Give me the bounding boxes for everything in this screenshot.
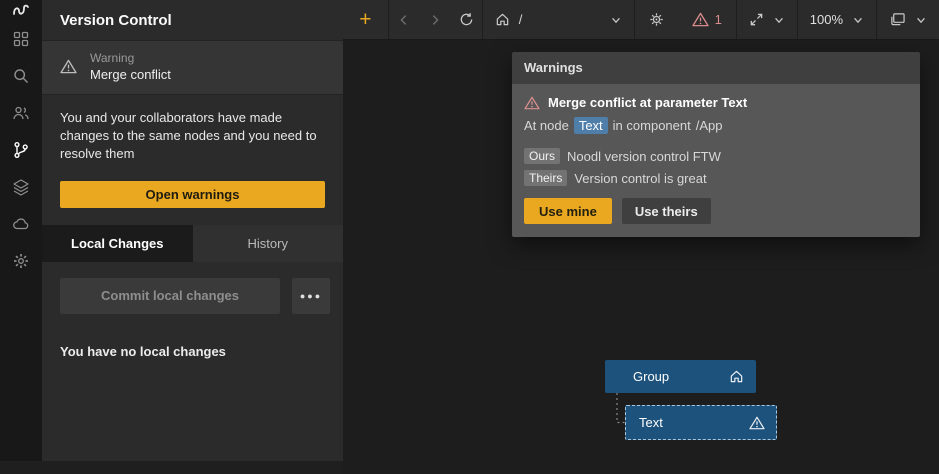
debug-button[interactable] xyxy=(635,0,678,39)
use-theirs-button[interactable]: Use theirs xyxy=(622,198,711,224)
collaborators-icon xyxy=(12,104,30,122)
group-node[interactable]: Group xyxy=(605,360,756,393)
home-icon xyxy=(495,12,510,27)
theirs-badge: Theirs xyxy=(524,170,567,186)
in-component-text: in component xyxy=(613,118,691,133)
commit-row: Commit local changes ●●● xyxy=(60,278,330,314)
conflict-title: Merge conflict at parameter Text xyxy=(548,95,747,110)
more-options-button[interactable]: ●●● xyxy=(292,278,330,314)
preview-size-selector[interactable] xyxy=(737,0,797,39)
ours-value: Noodl version control FTW xyxy=(567,149,721,164)
commit-local-changes-button[interactable]: Commit local changes xyxy=(60,278,280,314)
cloud-functions-icon xyxy=(12,215,30,233)
open-warnings-button[interactable]: Open warnings xyxy=(60,181,325,208)
search-icon xyxy=(12,67,30,85)
warning-icon xyxy=(749,416,765,430)
component-ref: /App xyxy=(696,118,723,133)
zoom-level: 100% xyxy=(810,12,843,27)
sidebar-item-settings[interactable] xyxy=(11,251,31,271)
use-mine-button[interactable]: Use mine xyxy=(524,198,612,224)
at-node-text: At node xyxy=(524,118,569,133)
nav-back-button[interactable] xyxy=(389,0,420,39)
sidebar-item-version-control[interactable] xyxy=(11,140,31,160)
conflict-actions: Use mine Use theirs xyxy=(524,198,908,224)
sidebar-item-collaborators[interactable] xyxy=(11,103,31,123)
warnings-popup-title: Warnings xyxy=(512,52,920,84)
warning-label: Warning xyxy=(90,51,171,65)
conflict-description: You and your collaborators have made cha… xyxy=(60,109,332,164)
sidebar-item-cloud-functions[interactable] xyxy=(11,214,31,234)
chevron-left-icon xyxy=(397,13,411,27)
zoom-selector[interactable]: 100% xyxy=(798,0,876,39)
node-label: Text xyxy=(639,415,749,430)
warning-texts: Warning Merge conflict xyxy=(90,51,171,82)
noodl-editor-window: Version Control Warning Merge conflict Y… xyxy=(0,0,939,474)
debug-icon xyxy=(647,10,666,29)
warning-summary[interactable]: Warning Merge conflict xyxy=(42,40,343,95)
conflict-location: At node Text in component /App xyxy=(524,117,908,134)
node-label: Group xyxy=(633,369,729,384)
cloud-services-icon xyxy=(12,178,30,196)
add-node-button[interactable]: + xyxy=(343,0,388,39)
git-branch-icon xyxy=(12,141,30,159)
activity-sidebar xyxy=(0,0,42,474)
warning-message: Merge conflict xyxy=(90,67,171,82)
warning-icon xyxy=(60,59,77,74)
components-grid-icon xyxy=(12,30,30,48)
chevron-down-icon xyxy=(773,14,785,26)
no-local-changes-message: You have no local changes xyxy=(60,344,325,359)
sidebar-item-cloud-services[interactable] xyxy=(11,177,31,197)
sidebar-item-components[interactable] xyxy=(11,29,31,49)
component-path-selector[interactable]: / xyxy=(483,0,634,39)
chevron-down-icon xyxy=(915,14,927,26)
noodl-logo-icon xyxy=(11,0,31,20)
text-node[interactable]: Text xyxy=(625,405,777,440)
panel-footer xyxy=(0,461,343,474)
panel-header: Version Control xyxy=(42,0,343,40)
panel-tabs: Local Changes History xyxy=(42,225,343,262)
chevron-right-icon xyxy=(428,13,442,27)
tab-history[interactable]: History xyxy=(193,225,344,262)
warning-icon xyxy=(524,96,540,110)
gear-icon xyxy=(12,252,30,270)
theirs-row: Theirs Version control is great xyxy=(524,170,908,186)
nav-forward-button[interactable] xyxy=(420,0,451,39)
warnings-popup: Warnings Merge conflict at parameter Tex… xyxy=(512,52,920,237)
refresh-button[interactable] xyxy=(451,0,482,39)
version-control-panel: Version Control Warning Merge conflict Y… xyxy=(42,0,343,474)
expand-icon xyxy=(749,12,764,27)
canvas-toolbar: + xyxy=(343,0,939,40)
node-ref-badge[interactable]: Text xyxy=(574,117,608,134)
panel-title: Version Control xyxy=(60,12,172,29)
chevron-down-icon xyxy=(852,14,864,26)
tab-local-changes[interactable]: Local Changes xyxy=(42,225,193,262)
component-path: / xyxy=(519,12,601,27)
warnings-popup-body: Merge conflict at parameter Text At node… xyxy=(512,84,920,237)
warning-count: 1 xyxy=(715,12,722,27)
windows-layout-selector[interactable] xyxy=(877,0,939,39)
conflict-row: Merge conflict at parameter Text xyxy=(524,95,908,110)
refresh-icon xyxy=(459,12,474,27)
ours-badge: Ours xyxy=(524,148,560,164)
home-icon xyxy=(729,369,744,384)
noodl-logo[interactable] xyxy=(11,0,31,20)
ours-row: Ours Noodl version control FTW xyxy=(524,148,908,164)
cascade-windows-icon xyxy=(889,12,906,27)
warnings-button[interactable]: 1 xyxy=(678,0,736,39)
warning-icon xyxy=(692,12,709,27)
sidebar-item-search[interactable] xyxy=(11,66,31,86)
chevron-down-icon xyxy=(610,14,622,26)
theirs-value: Version control is great xyxy=(574,171,706,186)
